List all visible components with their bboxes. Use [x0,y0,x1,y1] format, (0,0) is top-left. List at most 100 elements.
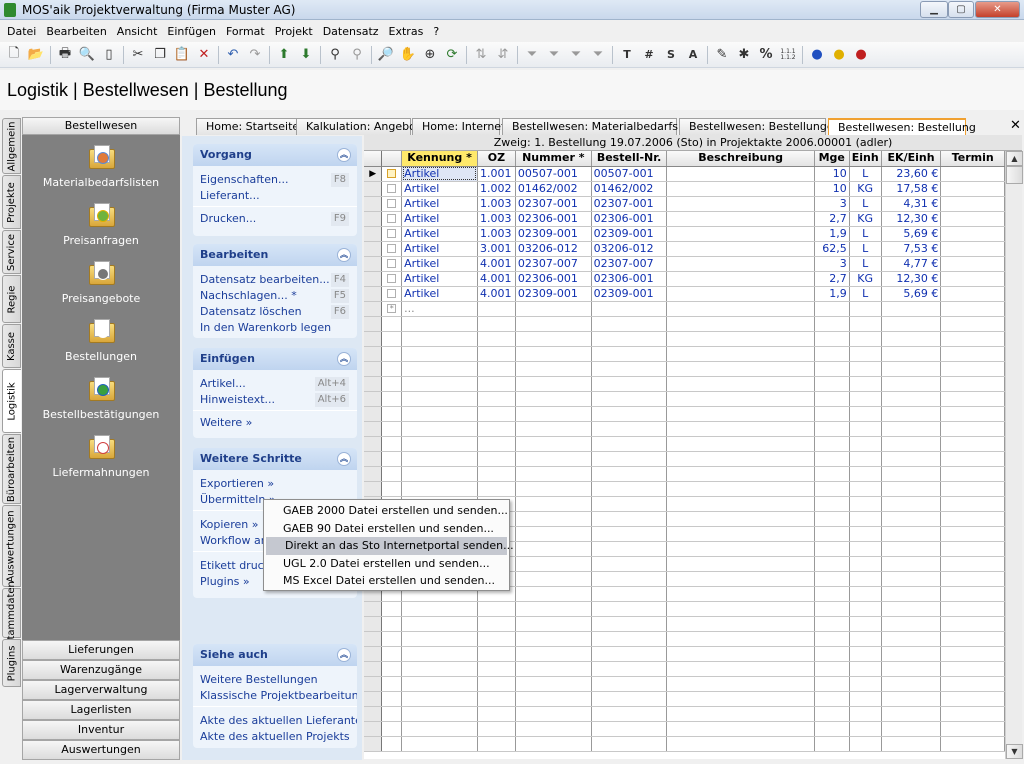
delete-icon[interactable]: ✕ [193,44,215,66]
table-cell[interactable] [591,451,668,467]
table-cell[interactable]: 00507-001 [591,166,668,182]
table-row[interactable] [364,481,1005,497]
table-cell[interactable] [591,661,668,677]
table-cell[interactable] [515,511,592,527]
table-cell[interactable] [881,346,942,362]
table-cell[interactable] [515,466,592,482]
link-klassische-projektbearbeitung[interactable]: Klassische Projektbearbeitung [193,688,357,704]
table-cell[interactable] [814,616,850,632]
table-row[interactable] [364,436,1005,452]
table-cell[interactable]: 02306-001 [591,211,668,227]
row-checkbox-cell[interactable] [381,181,403,197]
menu-4[interactable]: Format [221,25,270,38]
table-cell[interactable] [515,586,592,602]
nav-bottom-3[interactable]: Lagerlisten [22,700,180,720]
table-cell[interactable] [814,421,850,437]
table-cell[interactable] [881,301,942,317]
table-cell[interactable] [515,301,592,317]
column-header[interactable]: Mge [814,151,850,167]
row-selector[interactable] [364,391,383,407]
table-cell[interactable] [666,661,815,677]
table-cell[interactable]: 02309-001 [591,286,668,302]
table-cell[interactable] [401,466,478,482]
row-checkbox-cell[interactable] [381,736,403,752]
table-cell[interactable] [881,616,942,632]
table-cell[interactable]: 1.001 [477,166,516,182]
table-cell[interactable] [401,646,478,662]
table-cell[interactable] [515,376,592,392]
table-row[interactable]: Artikel 4.001 02309-001 02309-001 1,9 L 5,69 € [364,286,1005,302]
vtab-8[interactable]: Stammdaten [2,581,21,645]
row-selector[interactable] [364,346,383,362]
table-row[interactable] [364,346,1005,362]
table-cell[interactable] [591,436,668,452]
row-checkbox-cell[interactable] [381,226,403,242]
table-cell[interactable]: L [849,226,882,242]
row-checkbox-cell[interactable] [381,241,403,257]
table-cell[interactable] [666,241,815,257]
table-cell[interactable] [881,436,942,452]
table-cell[interactable] [591,721,668,737]
table-cell[interactable] [591,331,668,347]
table-cell[interactable]: L [849,241,882,257]
table-cell[interactable] [477,466,516,482]
hand-icon[interactable]: ✋ [397,44,419,66]
down-arrow-icon[interactable]: ⬇ [295,44,317,66]
table-cell[interactable] [666,631,815,647]
table-cell[interactable] [849,736,882,752]
table-cell[interactable] [849,706,882,722]
table-cell[interactable] [940,736,1005,752]
row-checkbox[interactable] [387,169,397,178]
table-cell[interactable] [940,301,1005,317]
table-cell[interactable] [591,301,668,317]
table-cell[interactable] [881,601,942,617]
table-cell[interactable] [814,436,850,452]
table-cell[interactable] [515,436,592,452]
table-cell[interactable] [515,616,592,632]
table-cell[interactable] [881,541,942,557]
row-checkbox[interactable] [387,229,397,238]
row-checkbox-cell[interactable] [381,376,403,392]
row-checkbox-cell[interactable] [381,421,403,437]
table-cell[interactable] [477,661,516,677]
table-cell[interactable] [515,451,592,467]
user-red-icon[interactable]: ● [850,44,872,66]
row-selector[interactable] [364,481,383,497]
table-cell[interactable] [849,316,882,332]
table-cell[interactable] [881,556,942,572]
table-cell[interactable] [940,211,1005,227]
table-row[interactable]: Artikel 1.003 02309-001 02309-001 1,9 L 5,69 € [364,226,1005,242]
table-cell[interactable]: 01462/002 [591,181,668,197]
table-cell[interactable] [515,331,592,347]
table-cell[interactable] [849,556,882,572]
table-cell[interactable]: 03206-012 [515,241,592,257]
table-cell[interactable]: 1.003 [477,226,516,242]
table-cell[interactable] [849,541,882,557]
table-cell[interactable] [940,661,1005,677]
table-cell[interactable] [849,616,882,632]
row-checkbox-cell[interactable] [381,331,403,347]
table-cell[interactable] [849,301,882,317]
row-selector[interactable]: ▶ [364,166,383,182]
table-cell[interactable]: 02307-007 [591,256,668,272]
table-cell[interactable]: 10 [814,181,850,197]
row-checkbox[interactable] [387,244,397,253]
table-cell[interactable] [940,721,1005,737]
table-cell[interactable] [666,646,815,662]
table-row[interactable] [364,601,1005,617]
table-cell[interactable] [814,451,850,467]
table-cell[interactable] [881,481,942,497]
table-cell[interactable] [591,481,668,497]
table-cell[interactable] [401,406,478,422]
table-cell[interactable] [477,631,516,647]
context-menu-item-3[interactable]: UGL 2.0 Datei erstellen und senden... [264,555,509,573]
table-row[interactable] [364,736,1005,752]
scroll-up-icon[interactable]: ▲ [1006,151,1023,166]
table-cell[interactable] [814,391,850,407]
maximize-button[interactable]: ▢ [948,1,974,18]
table-cell[interactable]: 3 [814,256,850,272]
row-checkbox-cell[interactable] [381,481,403,497]
table-cell[interactable] [849,451,882,467]
context-menu-item-4[interactable]: MS Excel Datei erstellen und senden... [264,572,509,590]
table-cell[interactable] [814,646,850,662]
